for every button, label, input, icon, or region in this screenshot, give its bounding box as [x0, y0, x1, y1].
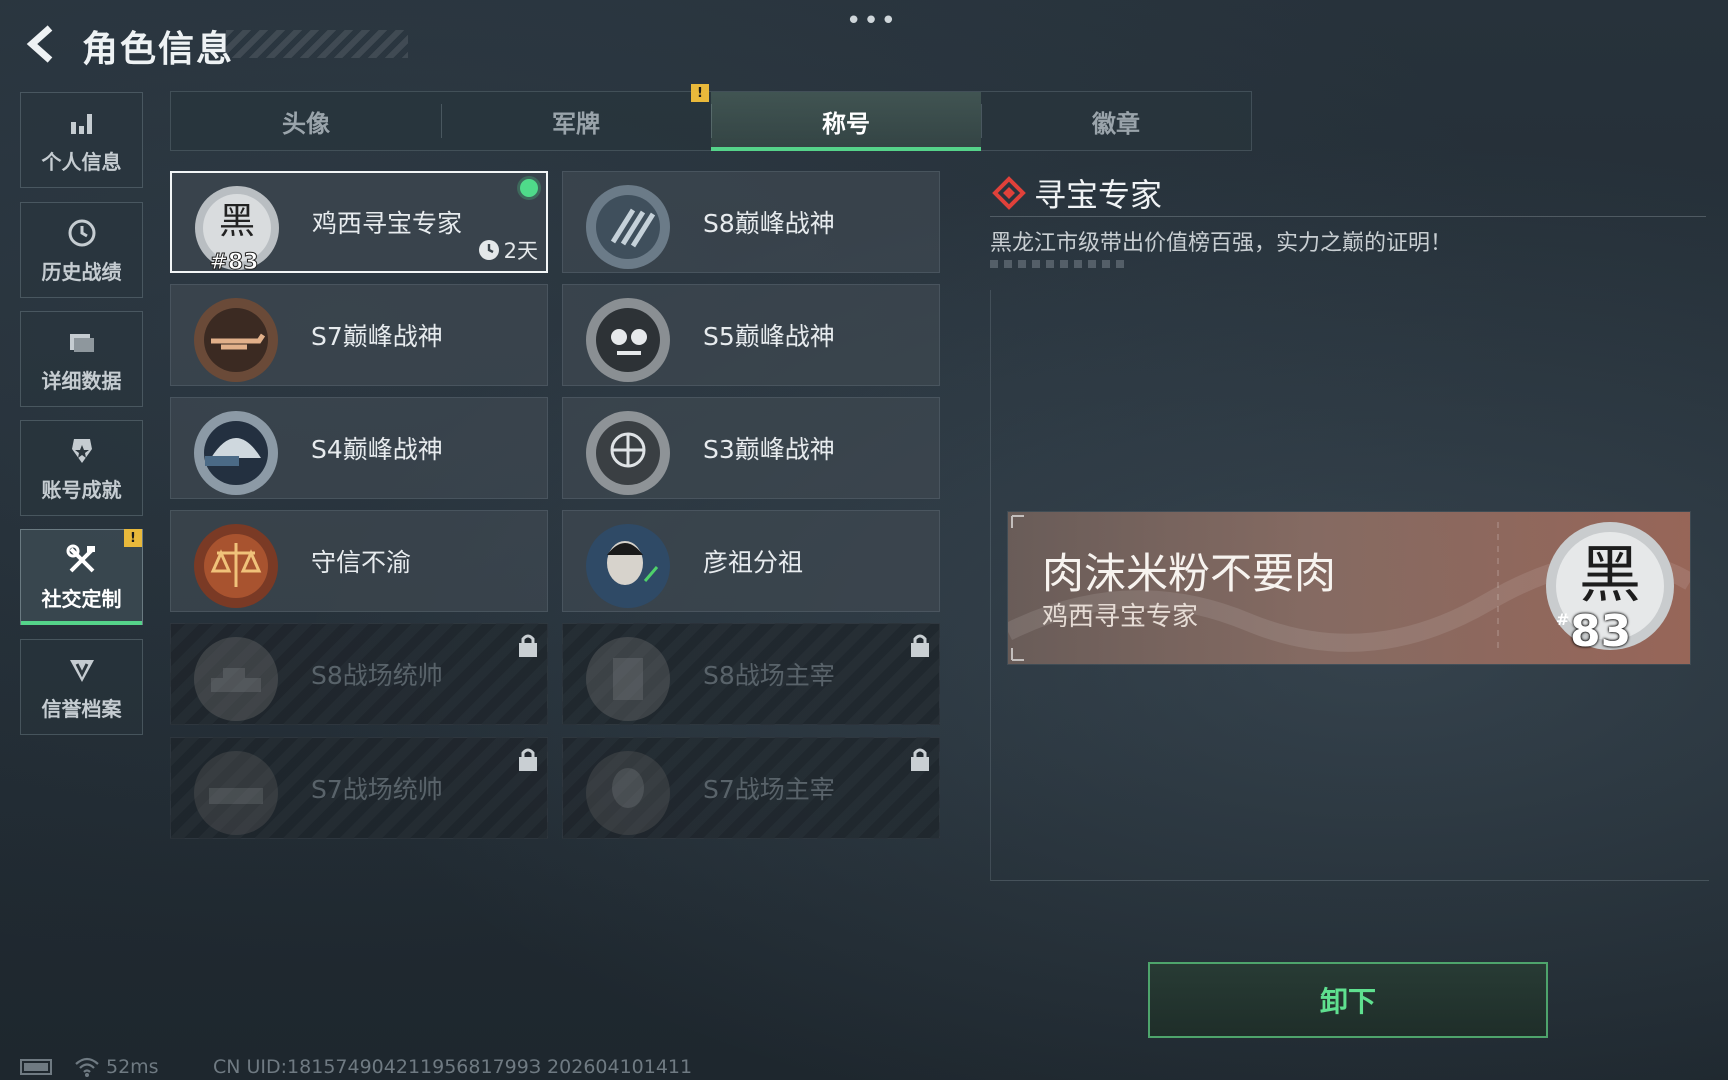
sidebar-item-label: 个人信息 [41, 149, 122, 174]
title-card-s7-dominator[interactable]: S7战场主宰 [562, 737, 940, 839]
title-card-s4-peak[interactable]: S4巅峰战神 [170, 397, 548, 499]
detail-title-text: 寻宝专家 [1034, 176, 1163, 214]
tab-dog-tag[interactable]: 军牌 [441, 92, 711, 150]
tab-label: 徽章 [1092, 109, 1140, 138]
detail-title: 寻宝专家 [992, 170, 1162, 216]
sidebar-item-personal-info[interactable]: 个人信息 [20, 92, 143, 188]
tools-icon [65, 543, 99, 577]
diamond-icon [992, 176, 1026, 210]
banner-rank: 83 [1570, 606, 1632, 657]
status-bar: 52ms [20, 1056, 159, 1078]
title-card-keep-faith[interactable]: 守信不渝 [170, 510, 548, 612]
tab-alert-badge: ! [691, 84, 709, 102]
sidebar-item-label: 社交定制 [41, 586, 122, 611]
portrait-emblem-icon [583, 521, 673, 611]
achievement-icon [65, 434, 99, 468]
sidebar-item-credit-file[interactable]: 信誉档案 [20, 639, 143, 735]
tab-badges[interactable]: 徽章 [981, 92, 1251, 150]
soldier-emblem-icon [583, 748, 673, 838]
title-name: S4巅峰战神 [311, 435, 443, 464]
title-name: S8巅峰战神 [703, 209, 835, 238]
back-arrow-icon [26, 25, 53, 63]
s7-peak-emblem-icon [191, 295, 281, 385]
title-card-s5-peak[interactable]: S5巅峰战神 [562, 284, 940, 386]
title-card-s8-commander[interactable]: S8战场统帅 [170, 623, 548, 725]
scales-emblem-icon [191, 521, 281, 611]
title-name: S7战场主宰 [703, 775, 835, 804]
title-name: S8战场统帅 [311, 661, 443, 690]
shield-icon [65, 653, 99, 687]
title-card-s8-peak[interactable]: S8巅峰战神 [562, 171, 940, 273]
battery-icon [20, 1059, 52, 1075]
sidebar-item-label: 账号成就 [41, 477, 122, 502]
clock-icon [478, 240, 499, 260]
banner-title-text: 鸡西寻宝专家 [1042, 602, 1199, 632]
folder-icon [65, 325, 99, 359]
tab-titles[interactable]: 称号 [711, 92, 981, 151]
sidebar-item-details[interactable]: 详细数据 [20, 311, 143, 407]
black-83-emblem-icon: 黑 #83 [192, 183, 282, 273]
title-card-jixi-treasure[interactable]: 黑 #83 鸡西寻宝专家 2天 [170, 171, 548, 273]
equipped-indicator-icon [520, 179, 538, 197]
banner-player-name: 肉沫米粉不要肉 [1042, 549, 1337, 598]
tank-emblem-icon [191, 634, 281, 724]
lock-icon [911, 634, 929, 657]
title-card-s8-dominator[interactable]: S8战场主宰 [562, 623, 940, 725]
sidebar-item-label: 历史战绩 [41, 259, 122, 284]
title-name: S8战场主宰 [703, 661, 835, 690]
ping-value: 52ms [106, 1056, 159, 1078]
back-button[interactable] [20, 22, 64, 66]
building-emblem-icon [583, 634, 673, 724]
unequip-button[interactable]: 卸下 [1148, 962, 1548, 1038]
lock-icon [911, 748, 929, 771]
title-name: S3巅峰战神 [703, 435, 835, 464]
banner-rank-prefix: # [1556, 610, 1570, 629]
wifi-icon [75, 1057, 99, 1077]
svg-text:#83: #83 [209, 250, 258, 273]
title-name: 鸡西寻宝专家 [312, 209, 463, 238]
title-name: S7巅峰战神 [311, 322, 443, 351]
tab-label: 军牌 [552, 109, 600, 138]
tab-label: 称号 [822, 109, 870, 138]
svg-text:黑: 黑 [1579, 538, 1641, 611]
divider [990, 216, 1706, 217]
sidebar-alert-badge: ! [124, 529, 142, 547]
uid-text: CN UID:18157490421195681799З 20260410141… [213, 1056, 693, 1078]
title-decoration [226, 30, 408, 58]
title-card-s3-peak[interactable]: S3巅峰战神 [562, 397, 940, 499]
vehicle-emblem-icon [191, 748, 281, 838]
lock-icon [519, 748, 537, 771]
sidebar-item-label: 详细数据 [41, 368, 122, 393]
title-name: 彦祖分祖 [703, 548, 804, 577]
lock-icon [519, 634, 537, 657]
detail-subtext-decoration [990, 260, 1124, 268]
expiry-timer: 2天 [478, 235, 538, 265]
bar-chart-icon [65, 106, 99, 140]
tab-bar: 头像 军牌 称号 徽章 [170, 91, 1252, 151]
title-card-s7-peak[interactable]: S7巅峰战神 [170, 284, 548, 386]
title-card-s7-commander[interactable]: S7战场统帅 [170, 737, 548, 839]
timer-value: 2天 [503, 239, 538, 263]
sidebar-item-history[interactable]: 历史战绩 [20, 202, 143, 298]
page-title: 角色信息 [82, 29, 235, 70]
s5-peak-emblem-icon [583, 295, 673, 385]
title-name: S7战场统帅 [311, 775, 443, 804]
svg-text:黑: 黑 [219, 201, 255, 242]
title-card-yanzu[interactable]: 彦祖分祖 [562, 510, 940, 612]
sidebar-item-label: 信誉档案 [41, 696, 122, 721]
title-name: 守信不渝 [311, 548, 412, 577]
more-menu-button[interactable]: ••• [846, 6, 898, 36]
s8-peak-emblem-icon [583, 182, 673, 272]
tab-label: 头像 [282, 109, 330, 138]
detail-description: 黑龙江市级带出价值榜百强，实力之巅的证明！ [990, 231, 1453, 256]
s4-peak-emblem-icon [191, 408, 281, 498]
title-name: S5巅峰战神 [703, 322, 835, 351]
sidebar-item-achievements[interactable]: 账号成就 [20, 420, 143, 516]
history-clock-icon [65, 216, 99, 250]
s3-peak-emblem-icon [583, 408, 673, 498]
tab-avatar[interactable]: 头像 [171, 92, 441, 150]
